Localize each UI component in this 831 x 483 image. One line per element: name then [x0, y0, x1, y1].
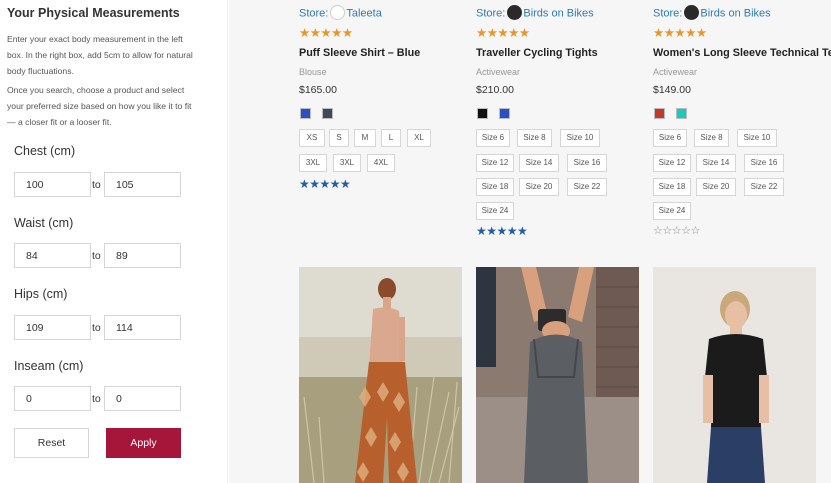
product-title[interactable]: Puff Sleeve Shirt – Blue [299, 47, 420, 59]
size-option[interactable]: 3XL [333, 154, 361, 172]
size-option[interactable]: Size 20 [519, 178, 559, 196]
color-swatch[interactable] [676, 108, 687, 119]
intro-text-1: Enter your exact body measurement in the… [7, 34, 193, 76]
size-option[interactable]: Size 14 [696, 154, 736, 172]
size-option[interactable]: S [329, 129, 349, 147]
product-price: $149.00 [653, 84, 691, 96]
inseam-max-input[interactable] [104, 386, 181, 411]
size-option[interactable]: Size 18 [653, 178, 691, 196]
store-prefix: Store: [476, 7, 506, 20]
product-title[interactable]: Traveller Cycling Tights [476, 47, 598, 59]
size-option[interactable]: Size 24 [653, 202, 691, 220]
review-stars-icon: ☆☆☆☆☆ [653, 225, 700, 237]
size-option[interactable]: Size 20 [696, 178, 736, 196]
color-swatches [654, 108, 698, 126]
size-option[interactable]: Size 14 [519, 154, 559, 172]
product-category: Blouse [299, 67, 327, 77]
inseam-min-input[interactable] [14, 386, 91, 411]
review-stars-icon: ★★★★★ [476, 224, 528, 238]
size-option[interactable]: Size 10 [560, 129, 600, 147]
store-line: Store: Birds on Bikes [476, 5, 594, 20]
chest-max-input[interactable] [104, 172, 181, 197]
size-option[interactable]: Size 10 [737, 129, 777, 147]
size-option[interactable]: Size 18 [476, 178, 514, 196]
size-option[interactable]: Size 6 [476, 129, 510, 147]
chest-to-label: to [92, 179, 101, 191]
apply-button[interactable]: Apply [106, 428, 181, 458]
store-link[interactable]: Birds on Bikes [700, 7, 770, 19]
inseam-label: Inseam (cm) [14, 359, 84, 373]
size-option[interactable]: Size 12 [653, 154, 691, 172]
color-swatch[interactable] [654, 108, 665, 119]
size-option[interactable]: L [381, 129, 401, 147]
hips-max-input[interactable] [104, 315, 181, 340]
size-option[interactable]: 4XL [367, 154, 395, 172]
store-prefix: Store: [653, 7, 683, 20]
product-photo-technical-tee[interactable] [653, 267, 816, 483]
color-swatch[interactable] [499, 108, 510, 119]
intro-text-2: Once you search, choose a product and se… [7, 85, 192, 127]
store-prefix: Store: [299, 7, 329, 20]
star-rating-icon: ★★★★★ [476, 26, 530, 40]
store-line: Store: Taleeta [299, 5, 382, 20]
size-option[interactable]: Size 22 [567, 178, 607, 196]
product-photo-flare-pants[interactable] [299, 267, 462, 483]
store-logo-icon [507, 5, 523, 20]
waist-min-input[interactable] [14, 243, 91, 268]
size-option[interactable]: XL [407, 129, 431, 147]
waist-label: Waist (cm) [14, 216, 74, 230]
waist-to-label: to [92, 250, 101, 262]
hips-to-label: to [92, 322, 101, 334]
hips-min-input[interactable] [14, 315, 91, 340]
size-option[interactable]: Size 22 [744, 178, 784, 196]
chest-label: Chest (cm) [14, 144, 76, 158]
product-title[interactable]: Women's Long Sleeve Technical Tee [653, 47, 831, 59]
store-line: Store: Birds on Bikes [653, 5, 771, 20]
size-option[interactable]: Size 12 [476, 154, 514, 172]
size-option[interactable]: Size 16 [567, 154, 607, 172]
size-option[interactable]: 3XL [299, 154, 327, 172]
product-photo-cycling-tights[interactable] [476, 267, 639, 483]
measurements-sidebar: Your Physical Measurements Enter your ex… [0, 0, 228, 483]
product-category: Activewear [653, 67, 698, 77]
size-option[interactable]: Size 8 [517, 129, 552, 147]
store-logo-icon [330, 5, 346, 20]
product-grid: Store: Taleeta ★★★★★ Puff Sleeve Shirt – … [229, 0, 831, 483]
color-swatch[interactable] [477, 108, 488, 119]
size-option[interactable]: XS [299, 129, 325, 147]
size-option[interactable]: Size 24 [476, 202, 514, 220]
star-rating-icon: ★★★★★ [299, 26, 353, 40]
size-option[interactable]: Size 6 [653, 129, 687, 147]
size-option[interactable]: Size 8 [694, 129, 729, 147]
color-swatch[interactable] [300, 108, 311, 119]
color-swatch[interactable] [322, 108, 333, 119]
review-stars-icon: ★★★★★ [299, 177, 351, 191]
size-option[interactable]: M [354, 129, 376, 147]
store-link[interactable]: Birds on Bikes [523, 7, 593, 19]
product-price: $210.00 [476, 84, 514, 96]
inseam-to-label: to [92, 393, 101, 405]
store-link[interactable]: Taleeta [346, 7, 381, 19]
size-option[interactable]: Size 16 [744, 154, 784, 172]
star-rating-icon: ★★★★★ [653, 26, 707, 40]
reset-button[interactable]: Reset [14, 428, 89, 458]
product-price: $165.00 [299, 84, 337, 96]
product-category: Activewear [476, 67, 521, 77]
store-logo-icon [684, 5, 700, 20]
color-swatches [477, 108, 521, 126]
waist-max-input[interactable] [104, 243, 181, 268]
color-swatches [300, 108, 344, 126]
hips-label: Hips (cm) [14, 287, 68, 301]
chest-min-input[interactable] [14, 172, 91, 197]
sidebar-title: Your Physical Measurements [7, 6, 180, 20]
